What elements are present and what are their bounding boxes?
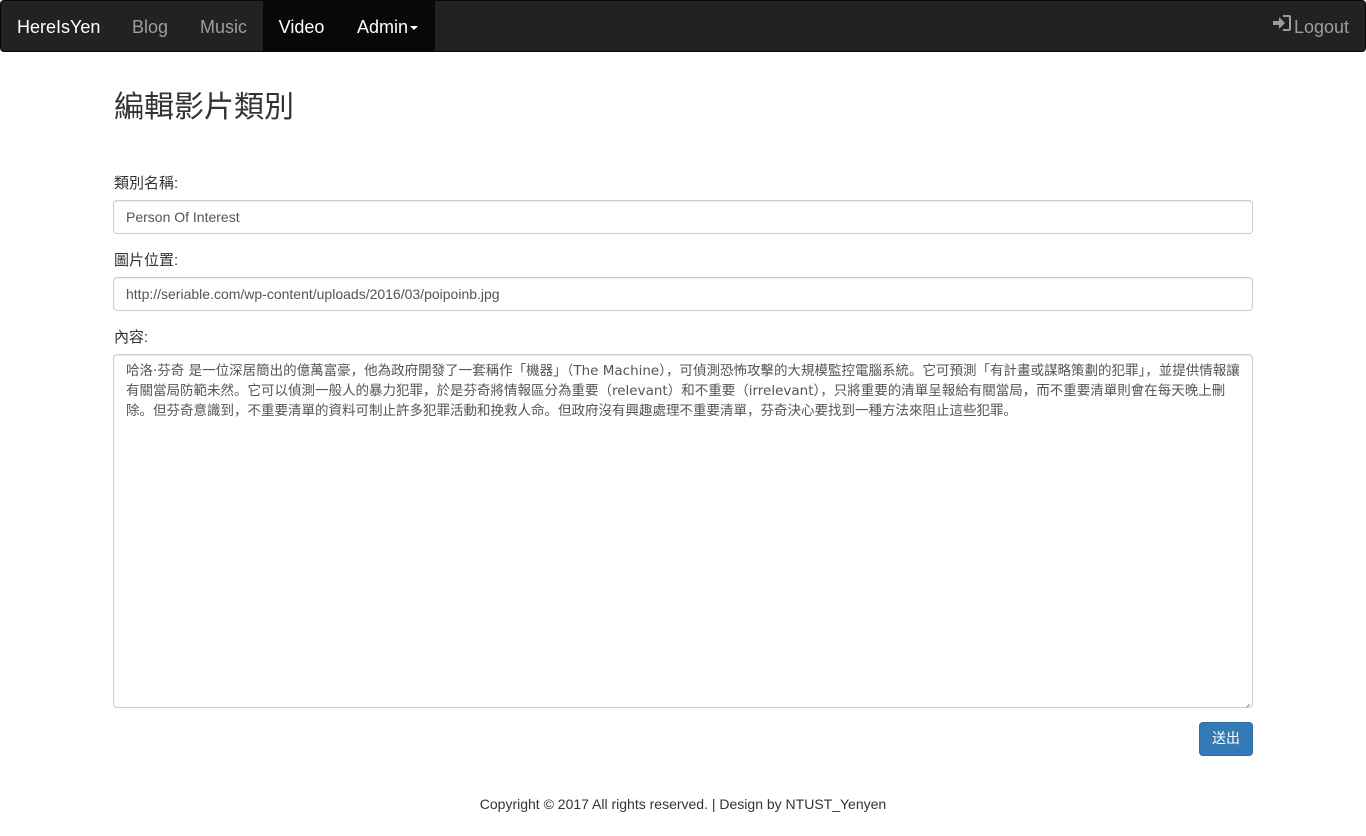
category-name-label: 類別名稱: — [114, 175, 179, 192]
image-url-input[interactable]: http://seriable.com/wp-content/uploads/2… — [113, 277, 1253, 311]
log-in-icon — [1272, 0, 1292, 52]
nav-item-admin-label: Admin — [356, 17, 409, 37]
nav-item-video[interactable]: Video — [263, 1, 340, 51]
resize-handle-icon[interactable] — [1242, 697, 1251, 707]
content-label: 內容: — [114, 329, 149, 346]
logout-label: Logout — [1293, 17, 1349, 37]
logout-link[interactable]: Logout — [1272, 1, 1349, 51]
page-title: 編輯影片類別 — [114, 91, 294, 124]
submit-button[interactable]: 送出 — [1199, 722, 1253, 756]
brand-link[interactable]: HereIsYen — [17, 16, 100, 38]
footer-copyright: Copyright © 2017 All rights reserved. | … — [479, 796, 887, 812]
image-url-label: 圖片位置: — [114, 252, 179, 269]
nav-item-admin-dropdown[interactable]: Admin — [340, 1, 435, 51]
content-textarea[interactable]: 哈洛·芬奇 是一位深居簡出的億萬富豪，他為政府開發了一套稱作「機器」（The M… — [113, 354, 1253, 708]
nav-item-blog[interactable]: Blog — [117, 1, 183, 51]
content-text: 哈洛·芬奇 是一位深居簡出的億萬富豪，他為政府開發了一套稱作「機器」（The M… — [126, 363, 1240, 419]
nav-item-music[interactable]: Music — [185, 1, 262, 51]
caret-down-icon — [410, 26, 419, 31]
top-navbar: HereIsYen Blog Music Video Admin Logout — [0, 0, 1366, 52]
category-name-input[interactable]: Person Of Interest — [113, 200, 1253, 234]
